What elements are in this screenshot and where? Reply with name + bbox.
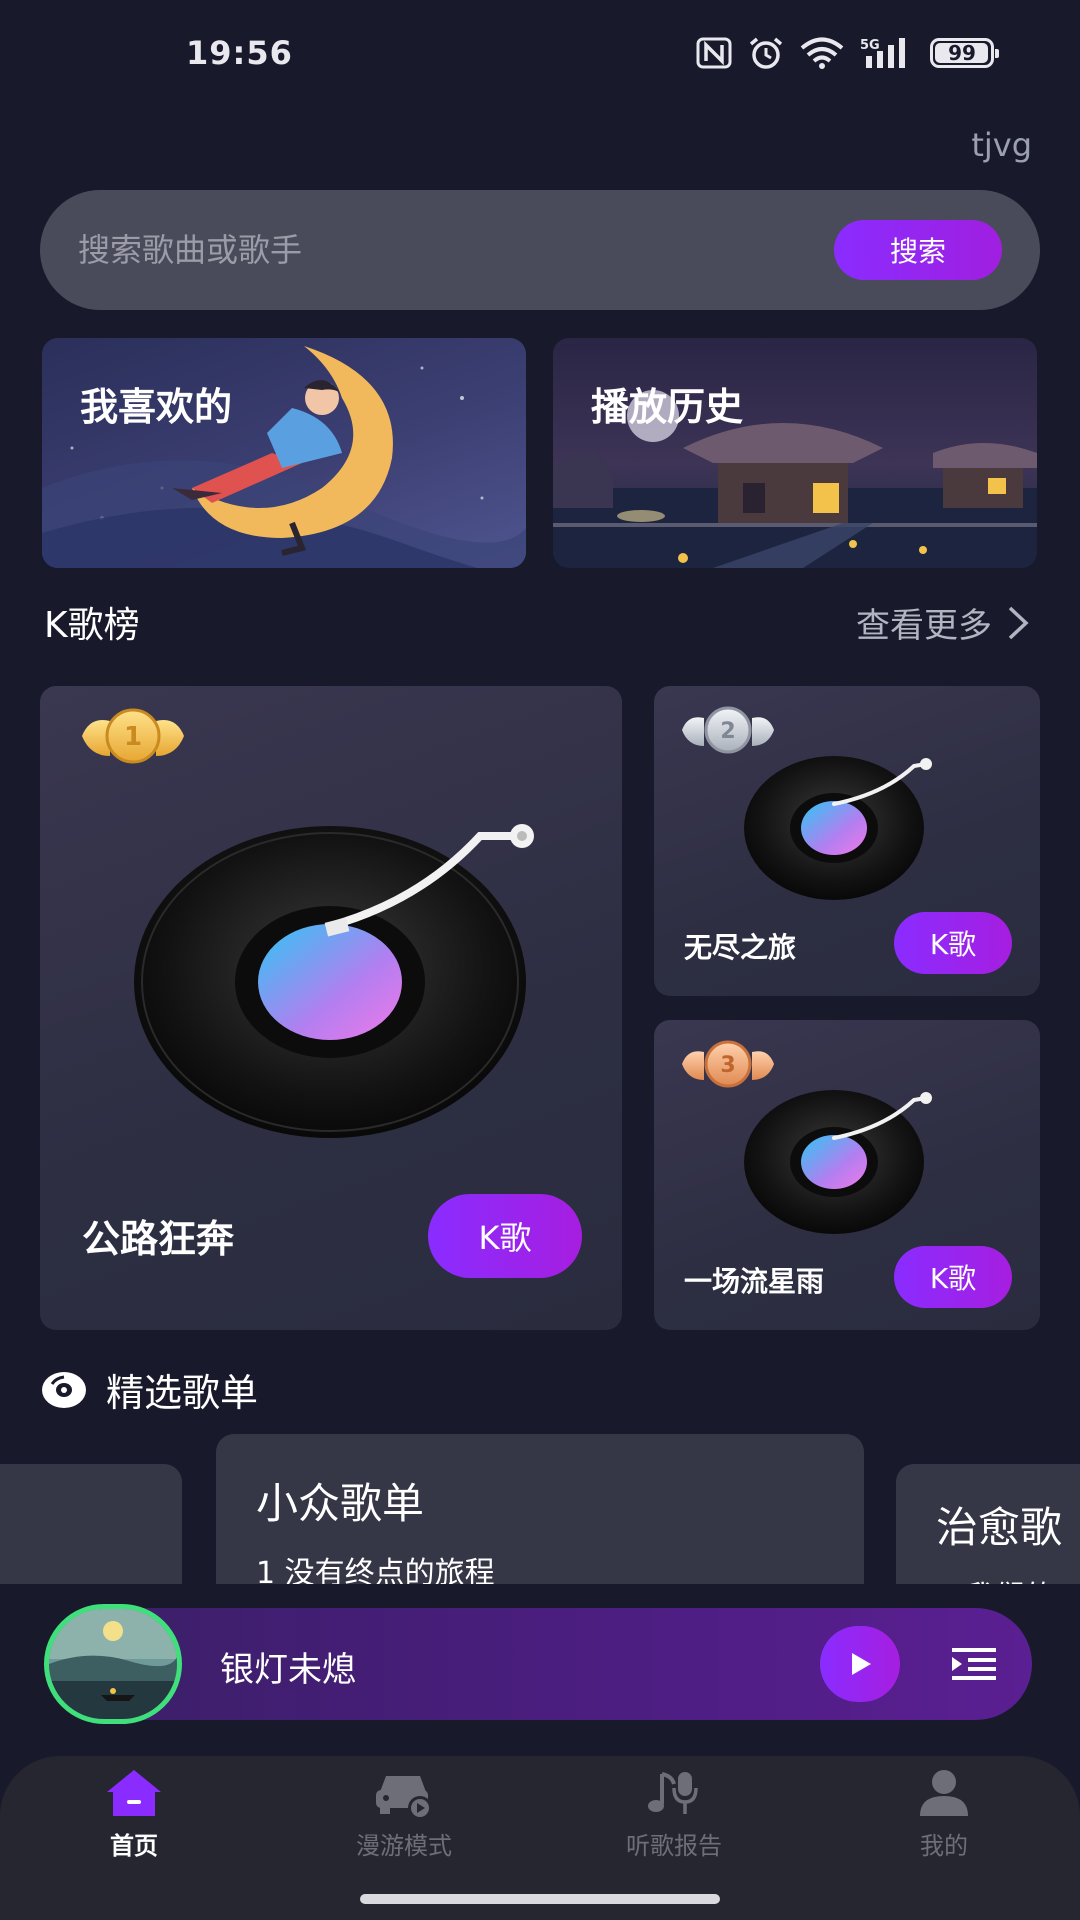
- playlist-card[interactable]: 小众歌单 1 没有终点的旅程: [216, 1434, 864, 1584]
- user-name[interactable]: tjvg: [971, 126, 1032, 164]
- search-bar[interactable]: 搜索: [40, 190, 1040, 310]
- k-ranking-title: K歌榜: [44, 605, 140, 646]
- night-huts-illustration: [553, 390, 1037, 568]
- battery-level: 99: [948, 41, 976, 65]
- playlist-card[interactable]: 治愈歌 1 我们的: [896, 1464, 1080, 1584]
- svg-text:1: 1: [124, 722, 142, 752]
- nav-report[interactable]: 听歌报告: [574, 1768, 774, 1878]
- k-rank-1-song: 公路狂奔: [82, 1217, 235, 1261]
- alarm-icon: [749, 37, 783, 69]
- k-rank-2-song: 无尽之旅: [684, 931, 797, 964]
- playlists-title: 精选歌单: [106, 1371, 259, 1415]
- play-button[interactable]: [820, 1626, 900, 1702]
- svg-text:5G: 5G: [860, 38, 880, 53]
- battery-icon: 99: [930, 38, 999, 68]
- user-icon: [920, 1770, 968, 1816]
- playlist-name: 小众歌单: [256, 1479, 425, 1528]
- silver-medal-icon: 2: [682, 706, 774, 754]
- see-more-label: 查看更多: [856, 606, 992, 646]
- moon-girl-illustration: [42, 346, 526, 568]
- status-bar: 19:56 5G 99: [0, 0, 1080, 110]
- wifi-icon: [800, 37, 844, 69]
- history-title: 播放历史: [591, 385, 744, 429]
- k-rank-card-1[interactable]: 1 公路狂奔 K歌: [40, 686, 622, 1330]
- playlist-name: 治愈歌: [936, 1503, 1063, 1552]
- nav-me[interactable]: 我的: [844, 1768, 1044, 1878]
- history-card[interactable]: 播放历史: [553, 338, 1037, 568]
- svg-text:3: 3: [720, 1053, 735, 1078]
- playlist-card-left-partial[interactable]: [0, 1464, 182, 1584]
- play-icon: [852, 1653, 871, 1675]
- search-input[interactable]: [78, 218, 838, 282]
- gold-medal-icon: 1: [82, 708, 184, 764]
- music-mic-icon: [648, 1772, 698, 1814]
- album-cover-art: [49, 1609, 177, 1719]
- k-rank-1-sing-button[interactable]: K歌: [428, 1194, 582, 1278]
- nav-roam[interactable]: 漫游模式: [304, 1768, 504, 1878]
- search-button[interactable]: 搜索: [834, 220, 1002, 280]
- playlist-queue-button[interactable]: [946, 1638, 1002, 1690]
- favorites-title: 我喜欢的: [80, 385, 233, 429]
- bronze-medal-icon: 3: [682, 1040, 774, 1088]
- playlist-first-track: 1 没有终点的旅程: [256, 1556, 495, 1584]
- k-rank-3-sing-button[interactable]: K歌: [894, 1246, 1012, 1308]
- car-icon: [376, 1776, 432, 1818]
- home-icon: [107, 1770, 161, 1816]
- k-rank-2-sing-button[interactable]: K歌: [894, 912, 1012, 974]
- now-playing-title: 银灯未熄: [220, 1650, 356, 1690]
- nav-roam-label: 漫游模式: [356, 1832, 452, 1860]
- nav-me-label: 我的: [920, 1832, 968, 1860]
- nav-report-label: 听歌报告: [626, 1832, 722, 1860]
- k-rank-3-song: 一场流星雨: [684, 1265, 825, 1298]
- playlist-first-track: 1 我们的: [936, 1572, 1055, 1584]
- mini-player[interactable]: 银灯未熄: [44, 1604, 1032, 1724]
- k-rank-card-2[interactable]: 2 无尽之旅 K歌: [654, 686, 1040, 996]
- chevron-right-icon: [1008, 606, 1029, 639]
- nfc-icon: [696, 37, 732, 69]
- nav-home-label: 首页: [110, 1832, 158, 1860]
- nav-home[interactable]: 首页: [34, 1768, 234, 1878]
- svg-text:2: 2: [720, 719, 735, 744]
- status-icons: 5G 99: [696, 36, 999, 70]
- playlist-carousel[interactable]: 小众歌单 1 没有终点的旅程 治愈歌 1 我们的: [0, 1430, 1080, 1584]
- k-rank-card-3[interactable]: 3 一场流星雨 K歌: [654, 1020, 1040, 1330]
- queue-list-icon: [952, 1648, 996, 1680]
- playlists-header: 精选歌单: [40, 1362, 258, 1417]
- disc-icon: [42, 1371, 86, 1408]
- see-more-link[interactable]: 查看更多: [856, 598, 1032, 647]
- status-time: 19:56: [186, 34, 293, 72]
- signal-5g-icon: 5G: [860, 38, 905, 68]
- favorites-card[interactable]: 我喜欢的: [42, 338, 526, 568]
- home-indicator: [360, 1894, 720, 1904]
- album-cover[interactable]: [44, 1604, 182, 1724]
